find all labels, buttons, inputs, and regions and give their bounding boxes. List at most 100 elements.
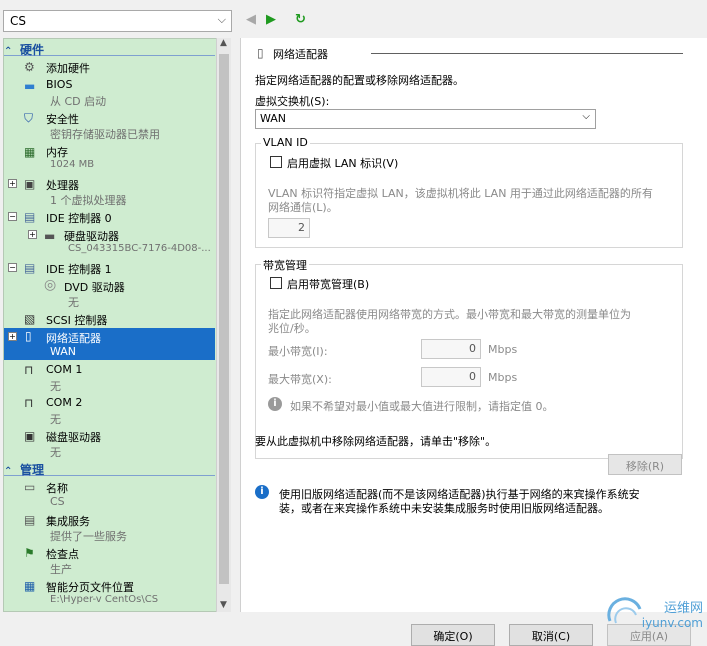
network-adapter-settings: ▯ 网络适配器 指定网络适配器的配置或移除网络适配器。 虚拟交换机(S): WA…	[240, 38, 707, 612]
shield-icon: ⛉	[24, 111, 34, 125]
watermark-cn: 运维网	[663, 601, 703, 616]
legacy-adapter-note-line2: 装，或者在来宾操作系统中未安装集成服务时使用旧版网络适配器。	[279, 502, 609, 515]
tree-item-title: 检查点	[46, 548, 79, 561]
tree-item-integration-services[interactable]: ▤ 集成服务 提供了一些服务	[4, 512, 215, 543]
back-icon[interactable]: ◀	[246, 12, 256, 27]
ok-button[interactable]: 确定(O)	[411, 624, 495, 646]
tree-item-subtitle: 无	[68, 296, 79, 309]
bios-icon: ▬	[24, 79, 36, 93]
scroll-thumb[interactable]	[219, 54, 229, 584]
tree-item-ide-0[interactable]: − ▤ IDE 控制器 0	[4, 209, 215, 226]
diskette-icon: ▣	[24, 429, 36, 443]
min-bandwidth-input[interactable]: 0	[421, 339, 481, 359]
collapse-icon[interactable]: ⌃	[4, 466, 20, 477]
tree-item-subtitle: 从 CD 启动	[50, 95, 107, 108]
remove-instruction: 要从此虚拟机中移除网络适配器，请单击"移除"。	[255, 435, 497, 448]
virtual-switch-value: WAN	[260, 112, 287, 125]
tree-item-title: 集成服务	[46, 515, 90, 528]
ide-controller-icon: ▤	[24, 210, 36, 224]
tree-item-subtitle: 无	[50, 380, 61, 393]
tree-item-name[interactable]: ▭ 名称 CS	[4, 479, 215, 510]
collapse-icon[interactable]: ⌃	[4, 46, 20, 57]
scroll-down-icon[interactable]: ▼	[220, 600, 227, 610]
ide-controller-icon: ▤	[24, 261, 36, 275]
chevron-down-icon: ⌵	[582, 111, 590, 122]
collapse-icon[interactable]: −	[8, 212, 17, 221]
tree-item-smart-paging[interactable]: ▦ 智能分页文件位置 E:\Hyper-v CentOs\CS	[4, 578, 215, 609]
chevron-down-icon[interactable]: ⌵	[218, 13, 226, 27]
min-bandwidth-label: 最小带宽(I):	[268, 345, 328, 358]
max-bandwidth-label: 最大带宽(X):	[268, 373, 332, 386]
vlan-group-label: VLAN ID	[261, 136, 310, 149]
bandwidth-description-line2: 兆位/秒。	[268, 322, 316, 335]
tree-item-subtitle: CS	[50, 495, 65, 508]
vlan-checkbox[interactable]	[270, 156, 282, 168]
cancel-button[interactable]: 取消(C)	[509, 624, 593, 646]
network-adapter-icon: ▯	[257, 46, 264, 60]
tree-item-ide-1[interactable]: − ▤ IDE 控制器 1	[4, 260, 215, 277]
expand-icon[interactable]: +	[8, 332, 17, 341]
tree-item-title: IDE 控制器 0	[46, 212, 112, 225]
serial-port-icon: ⊓	[24, 363, 34, 377]
virtual-switch-dropdown[interactable]: WAN ⌵	[255, 109, 596, 129]
site-watermark: 运维网 iyunv.com	[607, 597, 703, 630]
tree-item-title: 名称	[46, 482, 68, 495]
bandwidth-description: 指定此网络适配器使用网络带宽的方式。最小带宽和最大带宽的测量单位为	[268, 308, 631, 321]
bandwidth-group-label: 带宽管理	[261, 257, 309, 273]
heading-rule	[371, 53, 683, 54]
serial-port-icon: ⊓	[24, 396, 34, 410]
virtual-switch-label: 虚拟交换机(S):	[255, 95, 330, 108]
tree-item-com-1[interactable]: ⊓ COM 1 无	[4, 362, 215, 393]
expand-icon[interactable]: +	[28, 230, 37, 239]
tree-item-subtitle: 提供了一些服务	[50, 530, 127, 543]
hardware-section-label: 硬件	[20, 43, 45, 57]
collapse-icon[interactable]: −	[8, 263, 17, 272]
vlan-id-input[interactable]: 2	[268, 218, 310, 238]
tree-item-processor[interactable]: + ▣ 处理器 1 个虚拟处理器	[4, 176, 215, 207]
info-icon: i	[268, 397, 282, 411]
tree-item-title: IDE 控制器 1	[46, 263, 112, 276]
management-section-label: 管理	[20, 463, 45, 477]
tree-item-title: SCSI 控制器	[46, 314, 108, 327]
panel-description: 指定网络适配器的配置或移除网络适配器。	[255, 74, 464, 87]
smart-paging-icon: ▦	[24, 579, 36, 593]
tree-item-add-hardware[interactable]: ⚙ 添加硬件	[4, 59, 215, 76]
tree-item-title: 内存	[46, 146, 68, 159]
expand-icon[interactable]: +	[8, 179, 17, 188]
hard-drive-icon: ▬	[44, 229, 56, 243]
remove-button[interactable]: 移除(R)	[608, 454, 682, 475]
tree-item-network-adapter[interactable]: + ▯ 网络适配器 WAN	[4, 328, 215, 360]
tree-item-title: COM 2	[46, 396, 83, 409]
tree-item-title: 处理器	[46, 179, 79, 192]
bandwidth-checkbox[interactable]	[270, 277, 282, 289]
integration-services-icon: ▤	[24, 513, 36, 527]
tree-item-subtitle: 生产	[50, 563, 72, 576]
hardware-section[interactable]: ⌃ 硬件	[4, 41, 215, 57]
network-adapter-icon: ▯	[25, 329, 32, 343]
tree-item-memory[interactable]: ▦ 内存 1024 MB	[4, 143, 215, 174]
tree-item-checkpoints[interactable]: ⚑ 检查点 生产	[4, 545, 215, 576]
tree-item-bios[interactable]: ▬ BIOS 从 CD 启动	[4, 77, 215, 108]
forward-icon[interactable]: ▶	[266, 12, 276, 27]
scroll-up-icon[interactable]: ▲	[220, 38, 227, 48]
tree-scrollbar[interactable]: ▲ ▼	[216, 38, 231, 612]
tree-item-subtitle: CS_043315BC-7176-4D08-...	[68, 243, 211, 254]
tree-item-title: 磁盘驱动器	[46, 431, 101, 444]
tree-item-security[interactable]: ⛉ 安全性 密钥存储驱动器已禁用	[4, 110, 215, 141]
tree-item-scsi[interactable]: ▧ SCSI 控制器	[4, 311, 215, 328]
tree-item-diskette-drive[interactable]: ▣ 磁盘驱动器 无	[4, 428, 215, 459]
management-section[interactable]: ⌃ 管理	[4, 461, 215, 477]
vm-selector-value: CS	[10, 14, 26, 28]
tree-item-subtitle: WAN	[50, 345, 77, 358]
tree-item-hard-drive[interactable]: + ▬ 硬盘驱动器 CS_043315BC-7176-4D08-...	[4, 227, 215, 258]
refresh-icon[interactable]: ↻	[295, 12, 306, 27]
tree-item-subtitle: 1 个虚拟处理器	[50, 194, 127, 207]
max-bandwidth-input[interactable]: 0	[421, 367, 481, 387]
watermark-logo-icon	[607, 597, 642, 624]
tree-item-dvd-drive[interactable]: ◎ DVD 驱动器 无	[4, 278, 215, 309]
vm-selector[interactable]: CS ⌵	[3, 10, 232, 32]
tree-item-title: 添加硬件	[46, 62, 90, 75]
tree-item-com-2[interactable]: ⊓ COM 2 无	[4, 395, 215, 426]
panel-heading: 网络适配器	[273, 48, 328, 61]
add-hardware-icon: ⚙	[24, 60, 35, 74]
